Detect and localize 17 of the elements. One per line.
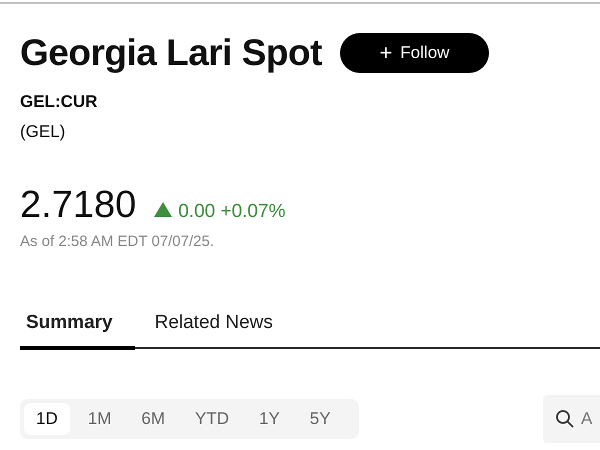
range-button[interactable]: 1M	[76, 403, 124, 435]
range-button[interactable]: 1Y	[246, 403, 292, 435]
price-value: 2.7180	[20, 184, 136, 227]
range-button[interactable]: YTD	[182, 403, 241, 435]
timestamp: As of 2:58 AM EDT 07/07/25.	[20, 233, 216, 250]
follow-button[interactable]: + Follow	[340, 33, 489, 73]
range-button[interactable]: 1D	[24, 403, 70, 435]
range-button[interactable]: 5Y	[298, 403, 343, 435]
price-change: 0.00 +0.07%	[178, 201, 286, 223]
quote-title: Georgia Lari Spot	[20, 32, 322, 74]
tab[interactable]: Related News	[134, 306, 295, 350]
tab[interactable]: Summary	[20, 306, 135, 350]
search-icon	[555, 409, 575, 429]
ticker-symbol: GEL:CUR	[20, 92, 98, 112]
range-button[interactable]: 6M	[129, 403, 177, 435]
search-field[interactable]: A	[543, 395, 600, 443]
currency-label: (GEL)	[20, 122, 66, 142]
